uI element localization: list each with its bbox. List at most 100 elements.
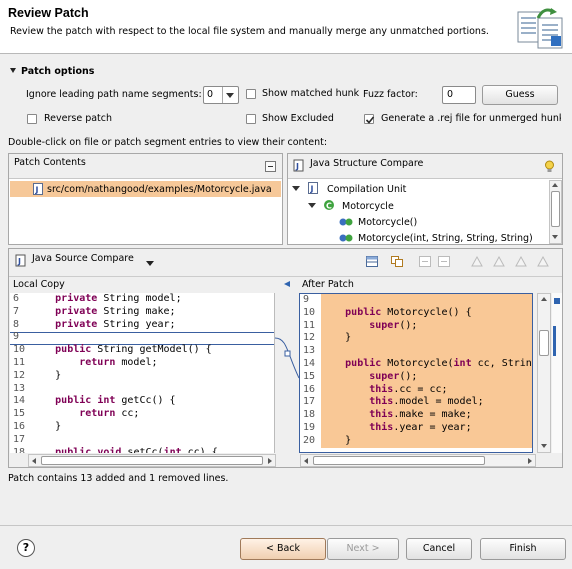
tree-item-constructor-1[interactable]: Motorcycle() bbox=[358, 217, 417, 228]
chevron-down-icon[interactable] bbox=[292, 186, 300, 191]
next-button[interactable]: Next > bbox=[327, 538, 399, 560]
lightbulb-icon[interactable] bbox=[544, 160, 555, 174]
copy-all-icon[interactable] bbox=[391, 256, 403, 267]
ruler-marker[interactable] bbox=[554, 298, 560, 304]
reverse-patch-checkbox[interactable] bbox=[27, 114, 37, 124]
code-text bbox=[321, 345, 532, 358]
after-patch-label: After Patch bbox=[302, 279, 354, 290]
code-text: private String year; bbox=[55, 318, 176, 330]
line-number: 6 bbox=[13, 293, 32, 304]
structure-scrollbar[interactable] bbox=[549, 180, 562, 244]
java-file-icon: J bbox=[33, 183, 43, 195]
line-number: 11 bbox=[303, 319, 322, 331]
code-text: private String make; bbox=[55, 305, 176, 317]
merge-handle-icon[interactable] bbox=[284, 350, 291, 357]
copy-left-icon[interactable] bbox=[419, 256, 431, 267]
after-code-line: 10 public Motorcycle() { bbox=[303, 306, 532, 320]
help-icon[interactable]: ? bbox=[17, 539, 35, 557]
chevron-down-icon bbox=[226, 93, 234, 98]
code-text: return cc; bbox=[79, 408, 140, 420]
after-code-line: 15 super(); bbox=[303, 370, 532, 384]
back-button[interactable]: < Back bbox=[240, 538, 326, 560]
local-code-line: 9 bbox=[13, 331, 218, 344]
guess-button[interactable]: Guess bbox=[482, 85, 558, 105]
code-text bbox=[321, 294, 532, 307]
tree-item-motorcycle-class[interactable]: Motorcycle bbox=[342, 201, 394, 212]
local-code-line: 13 bbox=[13, 383, 218, 396]
line-number: 12 bbox=[303, 332, 322, 344]
code-text: public Motorcycle() { bbox=[321, 306, 532, 320]
patch-options-section[interactable]: Patch options bbox=[10, 66, 94, 77]
after-code-line: 13 bbox=[303, 345, 532, 358]
toggle-ancestor-icon[interactable] bbox=[366, 256, 378, 267]
local-code-line: 12 } bbox=[13, 370, 218, 383]
source-compare-title: Java Source Compare bbox=[32, 253, 134, 264]
expand-all-icon[interactable] bbox=[265, 161, 276, 172]
line-number: 20 bbox=[303, 434, 322, 446]
line-number: 15 bbox=[303, 370, 322, 382]
code-text: public String getModel() { bbox=[55, 344, 212, 356]
next-change-icon[interactable] bbox=[515, 256, 527, 267]
next-difference-icon[interactable] bbox=[471, 256, 483, 267]
structure-compare-title: Java Structure Compare bbox=[310, 158, 424, 169]
code-text: private String model; bbox=[55, 293, 182, 304]
tree-item-constructor-2[interactable]: Motorcycle(int, String, String, String) bbox=[358, 233, 533, 244]
patch-contents-title: Patch Contents bbox=[14, 157, 86, 168]
line-number: 16 bbox=[303, 383, 322, 395]
local-code-line: 8 private String year; bbox=[13, 319, 218, 332]
class-icon: C bbox=[324, 200, 334, 211]
ruler-change-marker[interactable] bbox=[553, 326, 556, 356]
after-code-line: 18 this.make = make; bbox=[303, 409, 532, 422]
after-code-line: 11 super(); bbox=[303, 319, 532, 333]
code-text: } bbox=[31, 369, 62, 381]
chevron-down-icon[interactable] bbox=[308, 203, 316, 208]
after-patch-scrollbar[interactable] bbox=[537, 293, 551, 453]
after-code-line: 17 this.model = model; bbox=[303, 396, 532, 410]
local-code-line: 7 private String make; bbox=[13, 306, 218, 319]
reverse-patch-label: Reverse patch bbox=[44, 113, 113, 124]
overview-ruler[interactable] bbox=[552, 293, 562, 453]
code-text: super(); bbox=[321, 370, 532, 384]
compare-viewer-menu-icon[interactable] bbox=[146, 261, 154, 266]
after-code-line: 14 public Motorcycle(int cc, String bbox=[303, 357, 532, 371]
line-number: 11 bbox=[13, 356, 32, 368]
collapse-triangle-icon bbox=[10, 68, 16, 73]
show-excluded-label: Show Excluded bbox=[262, 113, 334, 124]
cancel-button[interactable]: Cancel bbox=[406, 538, 472, 560]
compilation-unit-icon: J bbox=[308, 182, 318, 194]
after-patch-pane[interactable]: 9 10 public Motorcycle() {11 super(); 12 … bbox=[299, 293, 533, 453]
local-copy-pane[interactable]: 6 private String model; 7 private String … bbox=[10, 293, 275, 453]
code-text: public Motorcycle(int cc, String bbox=[321, 357, 532, 371]
patch-contents-panel: Patch Contents J src/com/nathangood/exam… bbox=[8, 153, 283, 245]
copy-left-arrow-icon[interactable] bbox=[284, 281, 290, 287]
svg-text:J: J bbox=[35, 186, 39, 195]
show-excluded-checkbox[interactable] bbox=[246, 114, 256, 124]
line-number: 10 bbox=[13, 344, 32, 356]
previous-difference-icon[interactable] bbox=[493, 256, 505, 267]
generate-rej-checkbox[interactable] bbox=[364, 114, 375, 124]
line-number: 10 bbox=[303, 306, 322, 318]
fuzz-factor-label: Fuzz factor: bbox=[363, 89, 418, 100]
copy-right-icon[interactable] bbox=[438, 256, 450, 267]
local-code-line: 11 return model; bbox=[13, 357, 218, 370]
after-patch-hscrollbar[interactable] bbox=[300, 454, 536, 467]
code-text: return model; bbox=[79, 356, 158, 368]
line-number: 14 bbox=[303, 357, 322, 369]
show-matched-checkbox[interactable] bbox=[246, 89, 256, 99]
code-text: super(); bbox=[321, 319, 532, 333]
code-text: this.make = make; bbox=[321, 409, 532, 422]
previous-change-icon[interactable] bbox=[537, 256, 549, 267]
ignore-segments-combo[interactable]: 0 bbox=[203, 86, 239, 104]
line-number: 9 bbox=[13, 331, 32, 343]
fuzz-factor-field[interactable]: 0 bbox=[442, 86, 476, 104]
instructions-text: Double-click on file or patch segment en… bbox=[8, 137, 328, 148]
code-text: this.model = model; bbox=[321, 396, 532, 410]
local-hscrollbar[interactable] bbox=[28, 454, 276, 467]
local-code: 6 private String model; 7 private String … bbox=[13, 293, 218, 453]
after-patch-code: 9 10 public Motorcycle() {11 super(); 12 … bbox=[303, 294, 532, 448]
finish-button[interactable]: Finish bbox=[480, 538, 566, 560]
structure-compare-panel: J Java Structure Compare J Compilation U… bbox=[287, 153, 563, 245]
tree-item-compilation-unit[interactable]: Compilation Unit bbox=[327, 184, 406, 195]
